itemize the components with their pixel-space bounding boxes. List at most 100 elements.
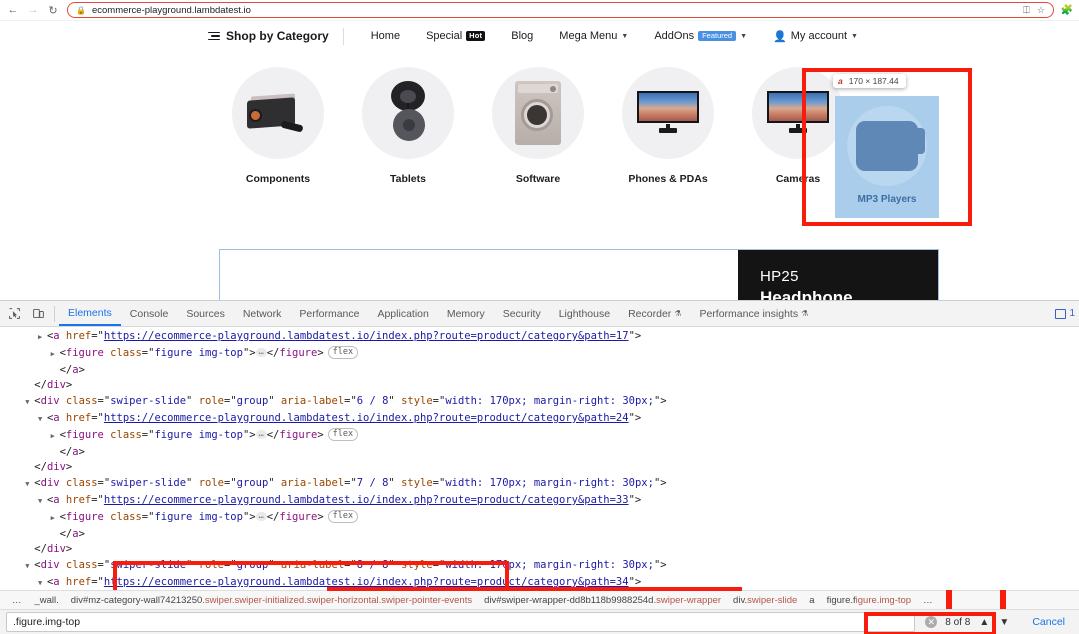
breadcrumb-item[interactable]: div.swiper-slide: [727, 595, 803, 606]
dom-tree-line[interactable]: ▼<div class="swiper-slide" role="group" …: [0, 394, 1079, 411]
dom-tree[interactable]: ▶<a href="https://ecommerce-playground.l…: [0, 327, 1079, 590]
search-controls: ✕ 8 of 8 ▲ ▼ Cancel: [915, 616, 1073, 628]
dom-tree-line[interactable]: ▶<figure class="figure img-top">…</figur…: [0, 428, 1079, 445]
dom-tree-line[interactable]: </div>: [0, 460, 1079, 476]
dom-tree-line[interactable]: ▼<div class="swiper-slide" role="group" …: [0, 558, 1079, 575]
breadcrumb-item[interactable]: div#mz-category-wall74213250.swiper.swip…: [65, 595, 478, 606]
message-icon: [1055, 309, 1066, 319]
collapsed-children-icon[interactable]: …: [256, 348, 267, 357]
tab-security[interactable]: Security: [494, 301, 550, 326]
category-item-phones-pdas[interactable]: Phones & PDAs: [618, 67, 718, 185]
code-token[interactable]: https://ecommerce-playground.lambdatest.…: [104, 412, 629, 424]
tree-twisty-icon[interactable]: ▶: [51, 347, 60, 363]
cancel-button[interactable]: Cancel: [1018, 616, 1073, 628]
tree-twisty-icon[interactable]: [25, 460, 34, 476]
chevron-up-icon[interactable]: ▲: [978, 617, 990, 628]
address-bar[interactable]: 🔒 ecommerce-playground.lambdatest.io ⎅ ☆: [67, 2, 1054, 18]
dom-tree-line[interactable]: ▼<a href="https://ecommerce-playground.l…: [0, 493, 1079, 510]
tree-twisty-icon[interactable]: ▼: [38, 494, 47, 510]
nav-item-special[interactable]: Special Hot: [413, 30, 498, 42]
nav-item-blog[interactable]: Blog: [498, 30, 546, 42]
dom-tree-line[interactable]: </div>: [0, 378, 1079, 394]
tree-twisty-icon[interactable]: [25, 378, 34, 394]
tree-twisty-icon[interactable]: ▶: [38, 330, 47, 346]
dom-tree-line[interactable]: ▼<a href="https://ecommerce-playground.l…: [0, 411, 1079, 428]
dom-tree-line[interactable]: ▼<div class="swiper-slide" role="group" …: [0, 476, 1079, 493]
tree-twisty-icon[interactable]: [51, 445, 60, 461]
dom-tree-line[interactable]: </div>: [0, 542, 1079, 558]
clear-circle-icon[interactable]: ✕: [925, 616, 937, 628]
code-token[interactable]: https://ecommerce-playground.lambdatest.…: [104, 330, 629, 342]
code-token: class: [66, 395, 98, 407]
flex-badge[interactable]: flex: [328, 428, 358, 441]
breadcrumb-item[interactable]: a: [803, 595, 820, 606]
dom-tree-line[interactable]: ▶<figure class="figure img-top">…</figur…: [0, 510, 1079, 527]
breadcrumb-item[interactable]: div#swiper-wrapper-dd8b118b9988254d.swip…: [478, 595, 727, 606]
breadcrumb-item[interactable]: _wall.: [29, 595, 65, 606]
dom-tree-line[interactable]: </a>: [0, 445, 1079, 461]
breadcrumb[interactable]: …_wall.div#mz-category-wall74213250.swip…: [0, 590, 1079, 609]
dom-tree-line[interactable]: ▶<a href="https://ecommerce-playground.l…: [0, 329, 1079, 346]
dom-tree-line[interactable]: </a>: [0, 363, 1079, 379]
experiment-flask-icon: ⚗: [801, 309, 808, 318]
category-item-software[interactable]: Software: [488, 67, 588, 185]
breadcrumb-item[interactable]: figure.figure.img-top: [821, 595, 918, 606]
category-item-tablets[interactable]: Tablets: [358, 67, 458, 185]
message-count-chip[interactable]: 1: [1055, 308, 1075, 319]
tab-memory[interactable]: Memory: [438, 301, 494, 326]
tab-application[interactable]: Application: [368, 301, 437, 326]
promo-banner[interactable]: HP25 Headphone: [219, 249, 939, 300]
headset-image: [385, 81, 431, 145]
code-token: =": [91, 494, 104, 506]
tab-performance[interactable]: Performance: [290, 301, 368, 326]
tree-twisty-icon[interactable]: [25, 542, 34, 558]
tab-elements[interactable]: Elements: [59, 301, 121, 326]
tree-twisty-icon[interactable]: ▼: [38, 576, 47, 590]
collapsed-children-icon[interactable]: …: [256, 512, 267, 521]
washing-machine-image: [515, 81, 561, 145]
puzzle-icon[interactable]: 🧩: [1059, 5, 1075, 16]
tab-label: Memory: [447, 308, 485, 320]
share-icon[interactable]: ⎅: [1023, 5, 1030, 16]
nav-item-mega-menu[interactable]: Mega Menu ▼: [546, 30, 641, 42]
search-input[interactable]: [6, 612, 915, 632]
tree-twisty-icon[interactable]: ▼: [25, 477, 34, 493]
dom-tree-line[interactable]: </a>: [0, 527, 1079, 543]
tree-twisty-icon[interactable]: ▶: [51, 511, 60, 527]
tab-lighthouse[interactable]: Lighthouse: [550, 301, 619, 326]
nav-item-home[interactable]: Home: [358, 30, 413, 42]
breadcrumb-item[interactable]: …: [917, 595, 940, 606]
tree-twisty-icon[interactable]: ▼: [25, 559, 34, 575]
code-token: >: [79, 446, 85, 458]
collapsed-children-icon[interactable]: …: [256, 430, 267, 439]
star-icon[interactable]: ☆: [1037, 5, 1045, 16]
device-toolbar-icon[interactable]: [26, 302, 50, 326]
category-item-components[interactable]: Components: [228, 67, 328, 185]
nav-label: Mega Menu: [559, 30, 617, 42]
tree-twisty-icon[interactable]: ▼: [25, 395, 34, 411]
tree-twisty-icon[interactable]: [51, 527, 60, 543]
tab-console[interactable]: Console: [121, 301, 178, 326]
flex-badge[interactable]: flex: [328, 346, 358, 359]
category-item-mp3-players[interactable]: MP3 Players: [835, 96, 939, 218]
flex-badge[interactable]: flex: [328, 510, 358, 523]
tree-twisty-icon[interactable]: [51, 363, 60, 379]
tab-recorder[interactable]: Recorder ⚗: [619, 301, 690, 326]
dom-tree-line[interactable]: ▶<figure class="figure img-top">…</figur…: [0, 346, 1079, 363]
tree-twisty-icon[interactable]: ▼: [38, 412, 47, 428]
code-token[interactable]: https://ecommerce-playground.lambdatest.…: [104, 494, 629, 506]
forward-arrow-icon[interactable]: →: [24, 1, 42, 19]
tree-twisty-icon[interactable]: ▶: [51, 429, 60, 445]
shop-by-category-button[interactable]: Shop by Category: [208, 29, 343, 43]
tab-sources[interactable]: Sources: [177, 301, 234, 326]
tab-performance-insights[interactable]: Performance insights ⚗: [690, 301, 817, 326]
tab-network[interactable]: Network: [234, 301, 291, 326]
nav-item-addons[interactable]: AddOns Featured ▼: [641, 30, 760, 42]
nav-item-my-account[interactable]: 👤 My account ▼: [760, 30, 871, 43]
code-token: =": [142, 347, 155, 359]
back-arrow-icon[interactable]: ←: [4, 1, 22, 19]
inspect-element-icon[interactable]: [2, 302, 26, 326]
chevron-down-icon[interactable]: ▼: [998, 617, 1010, 628]
breadcrumb-item[interactable]: …: [6, 595, 29, 606]
reload-icon[interactable]: ↻: [44, 1, 62, 19]
